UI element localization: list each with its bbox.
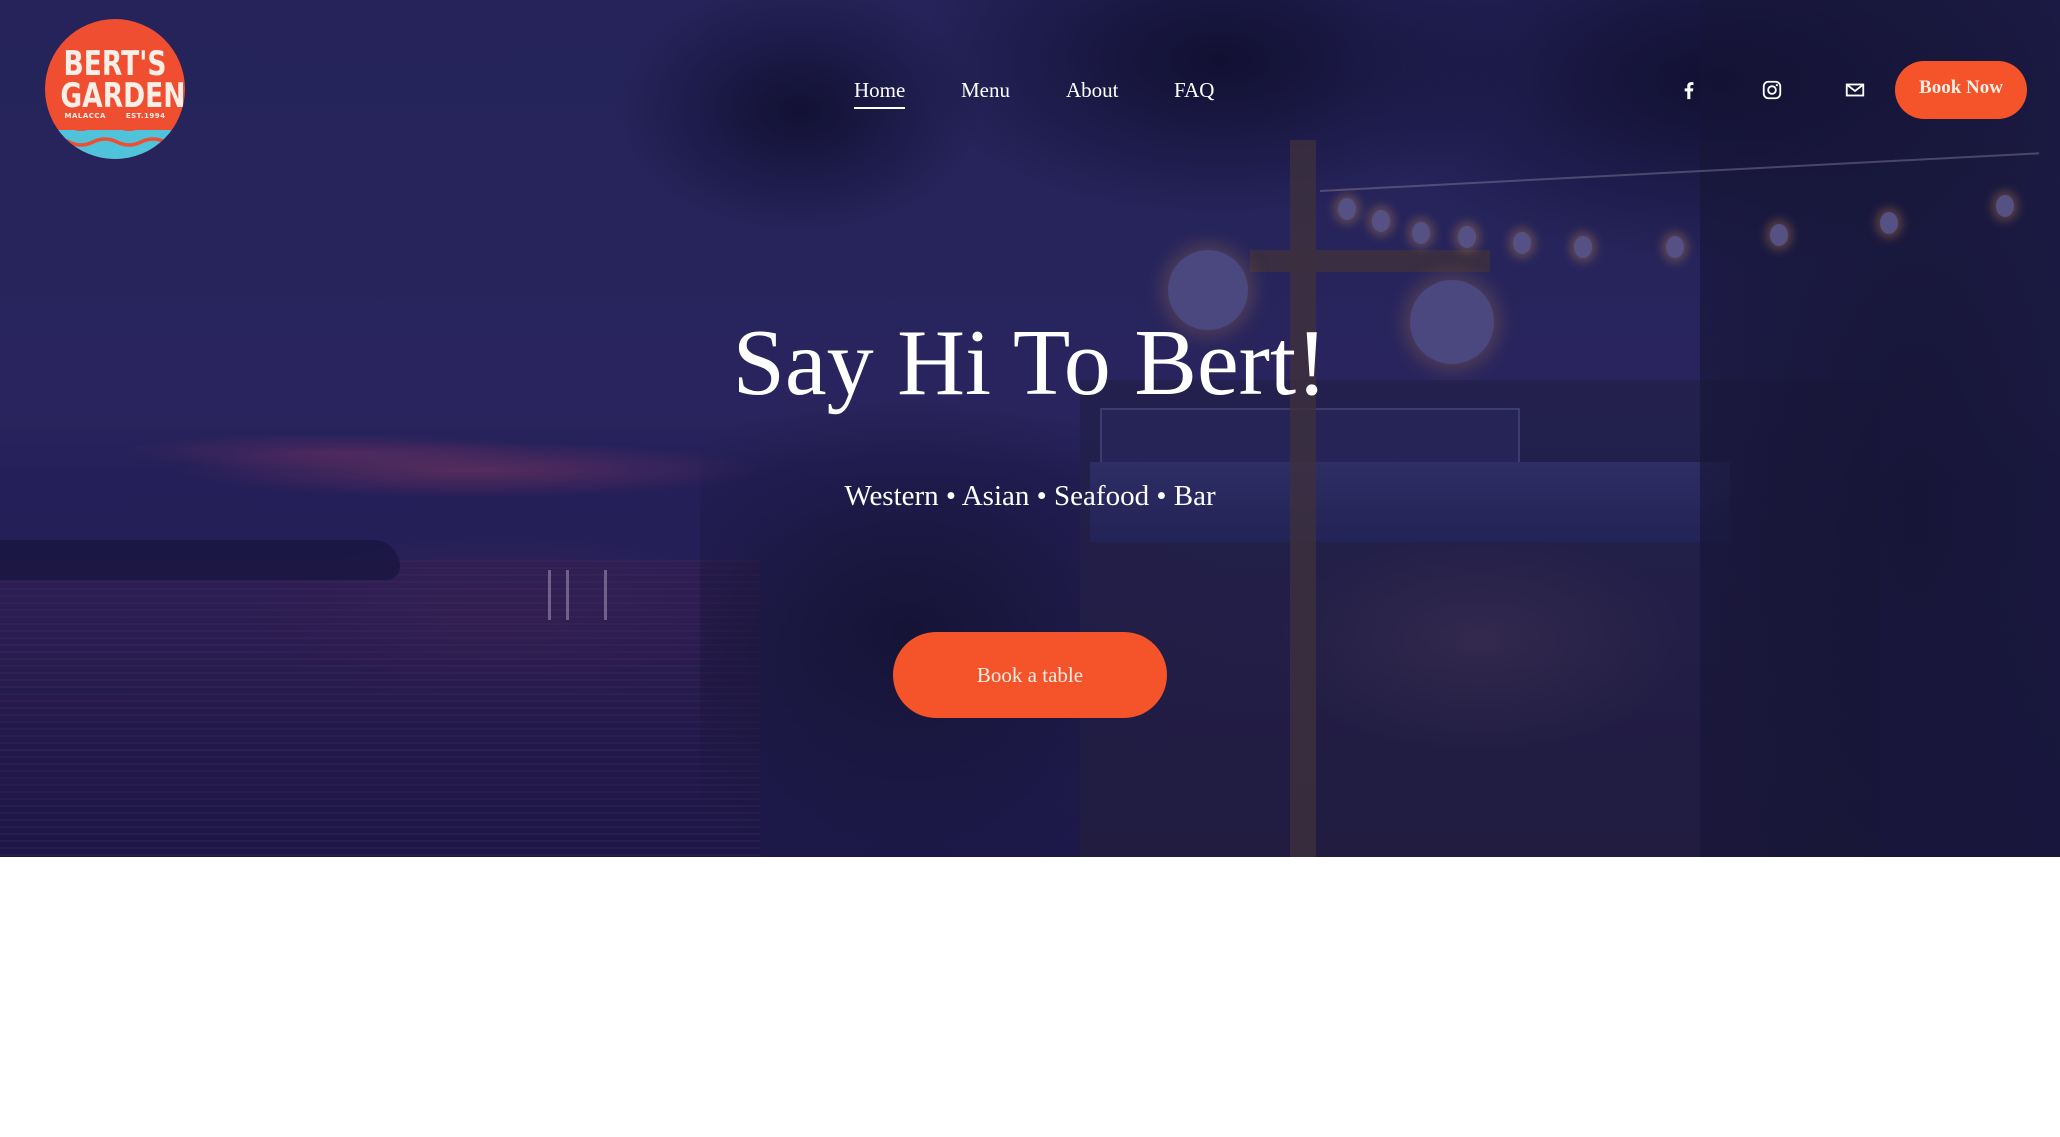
hero-section: BERT'S GARDEN MALACCA EST.1994 Home Menu…	[0, 0, 2060, 857]
main-nav: Home Menu About FAQ	[0, 76, 2060, 116]
book-a-table-button[interactable]: Book a table	[893, 632, 1167, 718]
mail-icon[interactable]	[1844, 79, 1866, 101]
content-section	[0, 857, 2060, 1137]
nav-home[interactable]: Home	[854, 76, 906, 109]
logo-waves-icon	[45, 122, 185, 159]
hero-overlay	[0, 0, 2060, 857]
instagram-icon[interactable]	[1761, 79, 1783, 101]
facebook-icon[interactable]	[1678, 79, 1700, 101]
nav-faq[interactable]: FAQ	[1174, 76, 1214, 104]
hero-subtitle: Western • Asian • Seafood • Bar	[844, 480, 1216, 512]
nav-about[interactable]: About	[1066, 76, 1119, 104]
hero-headline: Say Hi To Bert!	[732, 311, 1328, 415]
book-now-button[interactable]: Book Now	[1895, 61, 2027, 119]
nav-menu[interactable]: Menu	[961, 76, 1010, 104]
